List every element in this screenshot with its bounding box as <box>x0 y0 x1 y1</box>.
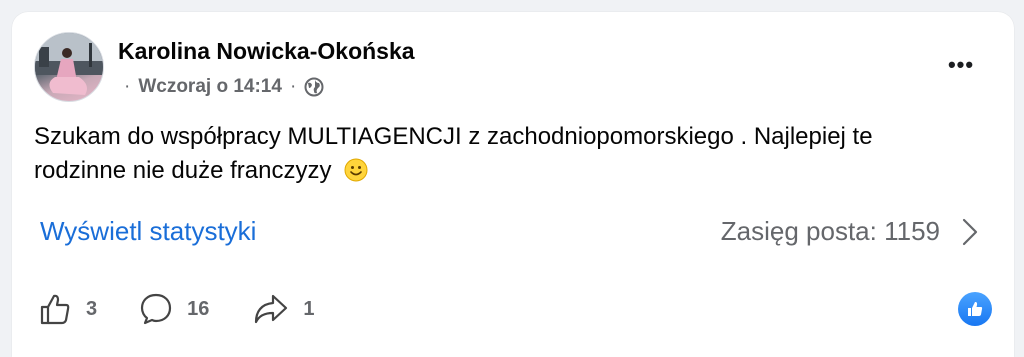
thumbs-up-icon <box>38 292 72 326</box>
like-count: 3 <box>86 297 98 320</box>
post-text-line: Szukam do współpracy MULTIAGENCJI z zach… <box>34 123 873 150</box>
post-text: Szukam do współpracy MULTIAGENCJI z zach… <box>34 120 994 188</box>
post-text-content: rodzinne nie duże franczyzy <box>34 157 332 184</box>
post-text-line: rodzinne nie duże franczyzy <box>34 154 994 188</box>
post-reach-button[interactable]: Zasięg posta: 1159 <box>721 216 978 247</box>
meta-separator: · <box>124 76 131 97</box>
post-timestamp[interactable]: Wczoraj o 14:14 <box>138 76 282 98</box>
post-meta: · Wczoraj o 14:14 · <box>124 76 324 98</box>
ellipsis-icon: ••• <box>947 52 975 77</box>
chevron-right-icon <box>962 218 978 246</box>
post-actions: 3 16 1 <box>38 292 355 326</box>
view-insights-link[interactable]: Wyświetl statystyki <box>40 216 256 247</box>
comment-bubble-icon <box>139 292 173 326</box>
thumbs-up-icon <box>966 300 984 318</box>
more-options-button[interactable]: ••• <box>936 52 986 78</box>
meta-separator: · <box>289 76 297 97</box>
post-reach-label: Zasięg posta: 1159 <box>720 216 940 246</box>
author-avatar[interactable] <box>34 32 104 102</box>
share-arrow-icon <box>253 292 289 326</box>
share-button[interactable]: 1 <box>253 292 315 326</box>
like-reaction-badge[interactable] <box>958 292 992 326</box>
comment-count: 16 <box>187 297 210 320</box>
like-button[interactable]: 3 <box>38 292 97 326</box>
post-card: Karolina Nowicka-Okońska · Wczoraj o 14:… <box>12 12 1014 357</box>
globe-icon[interactable] <box>304 77 324 97</box>
comment-button[interactable]: 16 <box>139 292 209 326</box>
author-name[interactable]: Karolina Nowicka-Okońska <box>118 38 415 65</box>
share-count: 1 <box>303 297 315 320</box>
smile-emoji-icon <box>344 158 368 182</box>
